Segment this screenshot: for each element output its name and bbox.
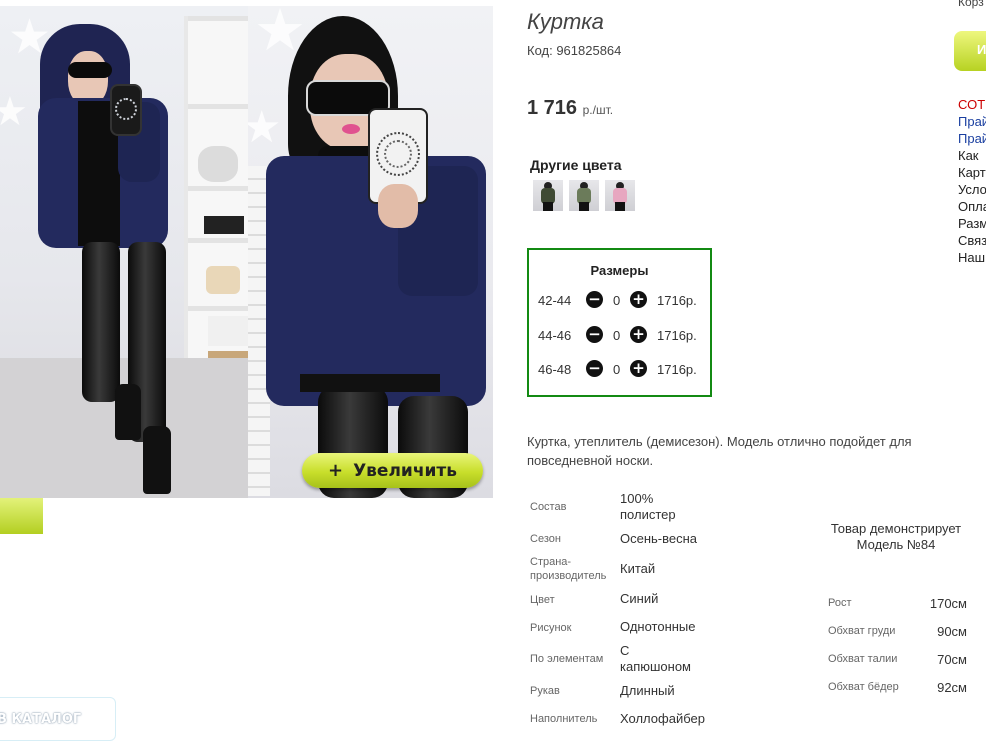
plus-icon: + <box>327 460 344 481</box>
price-value: 1 716 <box>527 97 578 119</box>
star-decoration: ★ <box>248 103 282 152</box>
right-action-button[interactable]: И <box>954 31 986 71</box>
size-row: 42-44 − 0 + 1716р. <box>529 291 710 311</box>
right-link[interactable]: Разм <box>958 215 986 232</box>
plus-icon[interactable]: + <box>630 291 647 308</box>
size-label: 44-46 <box>538 328 572 343</box>
model-note: Товар демонстрирует Модель №84 <box>830 521 962 552</box>
minus-icon[interactable]: − <box>586 326 603 343</box>
measurement-value: 170см <box>929 596 967 611</box>
spec-value: Осень-весна <box>620 531 698 546</box>
right-link[interactable]: Наш <box>958 249 986 266</box>
product-description: Куртка, утеплитель (демисезон). Модель о… <box>527 434 912 468</box>
measurement-value: 92см <box>937 680 967 695</box>
product-photo-main[interactable]: ★ ★ <box>0 6 248 498</box>
plus-icon[interactable]: + <box>630 360 647 377</box>
measurement-label: Обхват талии <box>828 653 898 665</box>
measurement-value: 70см <box>937 652 967 667</box>
right-links-list: СОТ Прай Прай Как Карт Усло Опла Разм Св… <box>958 96 986 266</box>
minus-icon[interactable]: − <box>586 291 603 308</box>
phone <box>110 84 142 136</box>
product-code: Код: 961825864 <box>527 43 622 58</box>
measurement-label: Обхват груди <box>828 625 896 637</box>
size-quantity: 0 <box>613 362 621 377</box>
product-photo-second[interactable]: ★ ★ <box>248 6 493 498</box>
size-quantity: 0 <box>613 328 621 343</box>
right-link[interactable]: Опла <box>958 198 986 215</box>
product-price: 1 716 р./шт. <box>527 97 613 120</box>
size-price: 1716р. <box>657 328 697 343</box>
spec-label: Сезон <box>530 533 561 545</box>
catalog-button[interactable]: В КАТАЛОГ <box>0 697 116 741</box>
spec-label: Наполнитель <box>530 713 598 725</box>
measurement-value: 90см <box>937 624 967 639</box>
right-link[interactable]: СОТ <box>958 96 986 113</box>
zoom-button-label: Увеличить <box>353 460 458 481</box>
color-swatch[interactable] <box>569 180 599 211</box>
spec-label: Рукав <box>530 685 560 697</box>
color-swatch[interactable] <box>533 180 563 211</box>
spec-value: 100% полистер <box>620 491 676 522</box>
star-decoration: ★ <box>0 90 28 134</box>
other-colors-title: Другие цвета <box>530 157 622 173</box>
spec-value: Длинный <box>620 683 675 698</box>
product-title: Куртка <box>527 9 604 34</box>
left-green-tab[interactable] <box>0 498 43 534</box>
spec-value: Однотонные <box>620 619 696 634</box>
shelf <box>184 16 248 386</box>
right-link[interactable]: Карт <box>958 164 986 181</box>
spec-label: Состав <box>530 501 567 513</box>
size-price: 1716р. <box>657 293 697 308</box>
size-label: 42-44 <box>538 293 572 308</box>
spec-label: Цвет <box>530 594 555 606</box>
color-swatch[interactable] <box>605 180 635 211</box>
zoom-button[interactable]: + Увеличить <box>302 453 483 488</box>
sizes-title: Размеры <box>590 263 649 278</box>
plus-icon[interactable]: + <box>630 326 647 343</box>
right-link[interactable]: Усло <box>958 181 986 198</box>
price-unit: р./шт. <box>582 103 614 117</box>
spec-label: Страна-производитель <box>530 556 607 582</box>
spec-value: Китай <box>620 561 656 576</box>
other-colors-list <box>533 180 635 211</box>
cart-label[interactable]: Корз <box>958 0 984 9</box>
right-link[interactable]: Как <box>958 147 986 164</box>
catalog-button-label: В КАТАЛОГ <box>0 711 82 727</box>
right-link[interactable]: Прай <box>958 113 986 130</box>
spec-label: Рисунок <box>530 622 572 634</box>
size-quantity: 0 <box>613 293 621 308</box>
right-link[interactable]: Прай <box>958 130 986 147</box>
size-row: 46-48 − 0 + 1716р. <box>529 360 710 380</box>
spec-label: По элементам <box>530 653 604 665</box>
spec-value: Холлофайбер <box>620 711 705 726</box>
spec-value: Синий <box>620 591 659 606</box>
spec-value: С капюшоном <box>620 643 691 674</box>
measurement-label: Обхват бёдер <box>828 681 899 693</box>
sizes-box: Размеры 42-44 − 0 + 1716р. 44-46 − 0 + 1… <box>527 248 712 397</box>
size-label: 46-48 <box>538 362 572 377</box>
right-link[interactable]: Связ <box>958 232 986 249</box>
minus-icon[interactable]: − <box>586 360 603 377</box>
size-row: 44-46 − 0 + 1716р. <box>529 326 710 346</box>
measurement-label: Рост <box>828 597 852 609</box>
size-price: 1716р. <box>657 362 697 377</box>
right-action-button-label: И <box>977 42 986 57</box>
